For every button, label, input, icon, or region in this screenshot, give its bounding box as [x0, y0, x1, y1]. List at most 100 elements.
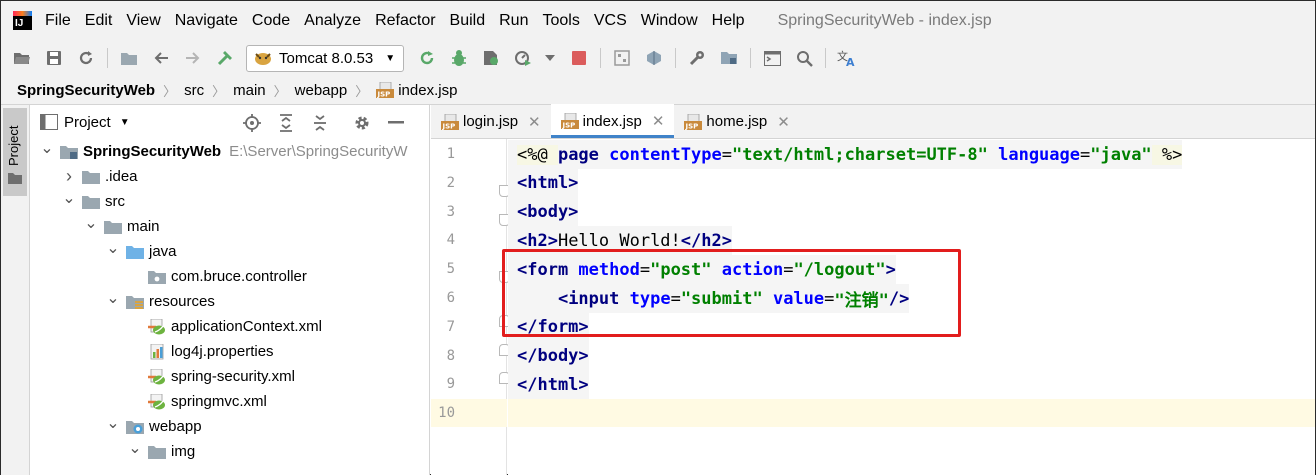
menu-refactor[interactable]: Refactor — [375, 12, 435, 30]
run-options-chevron-icon[interactable] — [544, 47, 556, 69]
settings-icon[interactable] — [686, 47, 708, 69]
menu-window[interactable]: Window — [641, 12, 698, 30]
tab-home-jsp[interactable]: JSP home.jsp ✕ — [674, 105, 799, 138]
left-tool-strip: Project — [1, 105, 30, 475]
sync-icon[interactable] — [75, 47, 97, 69]
tree-item-resources[interactable]: ⌄ resources — [30, 288, 429, 314]
chevron-down-icon[interactable]: ⌄ — [106, 288, 120, 308]
folder-res-icon — [126, 294, 144, 310]
chevron-down-icon[interactable]: ⌄ — [128, 438, 142, 458]
package-icon — [148, 269, 166, 285]
project-view-icon — [40, 114, 58, 130]
tree-item-label: main — [127, 218, 160, 235]
tree-item-src[interactable]: ⌄ src — [30, 188, 429, 214]
translate-icon[interactable]: 文A — [836, 47, 858, 69]
properties-icon — [148, 343, 166, 360]
locate-icon[interactable] — [241, 112, 263, 134]
tree-item-main[interactable]: ⌄ main — [30, 213, 429, 239]
project-view-title[interactable]: Project — [64, 114, 111, 131]
debug-icon[interactable] — [448, 47, 470, 69]
chevron-down-icon[interactable]: ▼ — [120, 117, 130, 128]
rerun-icon[interactable] — [416, 47, 438, 69]
close-icon[interactable]: ✕ — [652, 112, 665, 130]
code-line[interactable]: <%@ page contentType = "text/html;charset=… — [508, 140, 1183, 169]
folder-icon — [82, 169, 100, 185]
menu-tools[interactable]: Tools — [542, 12, 579, 30]
toolbar-separator — [107, 48, 108, 68]
code-line[interactable]: </html> — [508, 370, 589, 400]
stop-icon[interactable] — [568, 47, 590, 69]
tree-item-com-bruce-controller[interactable]: ›com.bruce.controller — [30, 264, 429, 289]
close-icon[interactable]: ✕ — [528, 113, 541, 131]
back-icon[interactable] — [150, 47, 172, 69]
menu-edit[interactable]: Edit — [85, 12, 113, 30]
chevron-down-icon[interactable]: ⌄ — [106, 413, 120, 433]
code-line[interactable]: <body> — [508, 197, 579, 227]
tree-item-label: applicationContext.xml — [171, 318, 322, 335]
hide-panel-icon[interactable] — [385, 112, 407, 134]
chevron-down-icon[interactable]: ⌄ — [84, 213, 98, 233]
code-line[interactable]: </body> — [508, 341, 589, 371]
tree-item-img[interactable]: ⌄ img — [30, 438, 429, 464]
code-token-dir: <%@ — [517, 144, 558, 165]
menu-code[interactable]: Code — [252, 12, 290, 30]
tree-item-idea[interactable]: › .idea — [30, 164, 429, 189]
xml-spring-icon — [148, 368, 166, 385]
tab-index-jsp[interactable]: JSP index.jsp ✕ — [550, 104, 675, 138]
breadcrumb-webapp[interactable]: webapp — [295, 82, 348, 99]
coverage-icon[interactable] — [480, 47, 502, 69]
jsp-file-icon: JSP — [441, 113, 459, 130]
breadcrumb-separator-icon: 〉 — [212, 83, 226, 99]
breadcrumb-file[interactable]: index.jsp — [398, 82, 457, 99]
breadcrumb-main[interactable]: main — [233, 82, 266, 99]
tree-item-springmvc-xml[interactable]: ›springmvc.xml — [30, 389, 429, 414]
terminal-icon[interactable] — [761, 47, 783, 69]
modules-icon[interactable] — [718, 47, 740, 69]
tree-item-webapp[interactable]: ⌄ webapp — [30, 413, 429, 439]
search-icon[interactable] — [793, 47, 815, 69]
line-number: 8 — [446, 347, 455, 364]
breadcrumb-project[interactable]: SpringSecurityWeb — [17, 82, 155, 99]
tab-login-jsp[interactable]: JSP login.jsp ✕ — [431, 105, 551, 138]
build-icon[interactable] — [214, 47, 236, 69]
close-icon[interactable]: ✕ — [777, 113, 790, 131]
open-icon[interactable] — [11, 47, 33, 69]
profile-icon[interactable] — [512, 47, 534, 69]
code-line[interactable]: <html> — [508, 168, 579, 198]
tree-item-applicationcontext-xml[interactable]: ›applicationContext.xml — [30, 314, 429, 339]
menu-file[interactable]: File — [45, 12, 71, 30]
chevron-down-icon[interactable]: ⌄ — [62, 188, 76, 208]
collapse-all-icon[interactable] — [309, 112, 331, 134]
menu-vcs[interactable]: VCS — [594, 12, 627, 30]
tree-item-spring-security-xml[interactable]: ›spring-security.xml — [30, 364, 429, 389]
code-token-tag: <h2> — [517, 230, 558, 251]
menu-navigate[interactable]: Navigate — [175, 12, 238, 30]
breadcrumb-separator-icon: 〉 — [355, 83, 369, 99]
code-line[interactable] — [508, 399, 517, 428]
sdk-icon[interactable] — [643, 47, 665, 69]
tree-item-java[interactable]: ⌄ java — [30, 238, 429, 264]
forward-icon[interactable] — [182, 47, 204, 69]
save-icon[interactable] — [43, 47, 65, 69]
menu-run[interactable]: Run — [499, 12, 528, 30]
expand-all-icon[interactable] — [275, 112, 297, 134]
breadcrumb-src[interactable]: src — [184, 82, 204, 99]
chevron-down-icon[interactable]: ⌄ — [40, 138, 54, 158]
tree-item-log4j-properties[interactable]: ›log4j.properties — [30, 339, 429, 364]
menu-analyze[interactable]: Analyze — [304, 12, 361, 30]
menu-build[interactable]: Build — [450, 12, 486, 30]
chevron-right-icon[interactable]: › — [62, 166, 76, 187]
toolbar-separator — [750, 48, 752, 68]
menu-view[interactable]: View — [126, 12, 160, 30]
folder-icon[interactable] — [118, 47, 140, 69]
code-token-val: "java" — [1090, 144, 1152, 165]
run-configuration-label: Tomcat 8.0.53 — [279, 49, 374, 67]
tab-label: home.jsp — [706, 113, 768, 130]
chevron-down-icon[interactable]: ⌄ — [106, 238, 120, 258]
gear-icon[interactable] — [351, 112, 373, 134]
tree-item-springsecurityweb[interactable]: ⌄ SpringSecurityWeb E:\Server\SpringSecuri… — [30, 138, 429, 164]
menu-help[interactable]: Help — [712, 12, 745, 30]
project-tool-window-tab[interactable]: Project — [3, 108, 27, 196]
run-configuration-select[interactable]: Tomcat 8.0.53 ▼ — [246, 44, 405, 72]
project-structure-icon[interactable] — [611, 47, 633, 69]
